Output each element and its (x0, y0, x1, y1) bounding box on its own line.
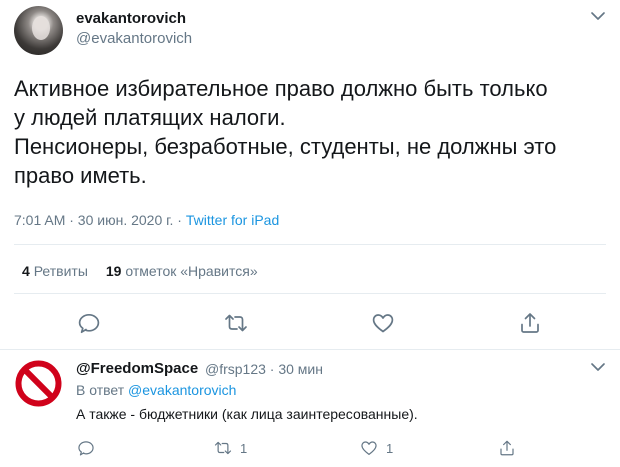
author-handle[interactable]: @evakantorovich (76, 30, 192, 47)
reply-like-button[interactable]: 1 (360, 438, 393, 458)
reply-author-name[interactable]: @FreedomSpace (76, 360, 198, 377)
divider (0, 349, 620, 350)
engagement-stats: 4 Ретвиты 19 отметок «Нравится» (22, 263, 258, 279)
share-icon[interactable] (518, 311, 542, 335)
source-link[interactable]: Twitter for iPad (186, 212, 279, 228)
reply-icon[interactable] (77, 311, 101, 335)
tweet-text: Активное избирательное право должно быть… (14, 74, 614, 190)
caret-down-icon[interactable] (588, 8, 608, 24)
reply-retweets-count: 1 (240, 440, 248, 456)
reply-share-button[interactable] (498, 438, 516, 458)
reply-to-prefix: В ответ (76, 382, 129, 398)
divider (14, 244, 606, 245)
share-icon (500, 440, 514, 456)
reply-icon (78, 441, 94, 456)
avatar[interactable] (14, 6, 63, 55)
retweets-count: 4 (22, 263, 30, 279)
like-icon (361, 441, 377, 455)
reply-handle-time[interactable]: @frsp123 · 30 мин (205, 361, 323, 377)
caret-down-icon[interactable] (588, 359, 608, 375)
reply-likes-count: 1 (386, 440, 394, 456)
reply-text: А также - бюджетники (как лица заинтерес… (76, 406, 418, 422)
main-tweet: evakantorovich @evakantorovich Активное … (0, 0, 620, 350)
tweet-text-line: Активное избирательное право должно быть… (14, 76, 548, 101)
divider (14, 293, 606, 294)
tweet-text-line: право иметь. (14, 163, 147, 188)
retweet-icon[interactable] (224, 311, 248, 335)
likes-stat[interactable]: 19 отметок «Нравится» (106, 263, 258, 279)
likes-label: отметок «Нравится» (125, 263, 258, 279)
tweet-text-line: у людей платящих налоги. (14, 105, 286, 130)
reply-to: В ответ @evakantorovich (76, 382, 236, 398)
reply-to-mention[interactable]: @evakantorovich (128, 382, 236, 398)
tweet-text-line: Пенсионеры, безработные, студенты, не до… (14, 134, 557, 159)
author-name[interactable]: evakantorovich (76, 10, 186, 27)
retweets-stat[interactable]: 4 Ретвиты (22, 263, 88, 279)
reply-reply-button[interactable] (77, 438, 95, 458)
retweets-label: Ретвиты (33, 263, 88, 279)
timestamp[interactable]: 7:01 AM · 30 июн. 2020 г. · (14, 212, 186, 228)
tweet-meta: 7:01 AM · 30 июн. 2020 г. · Twitter for … (14, 212, 279, 228)
prohibited-sign-icon[interactable] (14, 359, 63, 408)
reply-tweet[interactable]: @FreedomSpace @frsp123 · 30 мин В ответ … (0, 351, 620, 467)
reply-retweet-button[interactable]: 1 (214, 438, 247, 458)
like-icon[interactable] (371, 311, 395, 335)
retweet-icon (214, 441, 232, 455)
likes-count: 19 (105, 263, 122, 279)
